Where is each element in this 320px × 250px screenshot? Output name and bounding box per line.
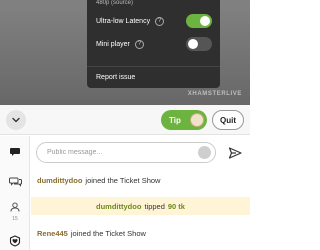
ultra-low-latency-row[interactable]: Ultra-low Latency ?	[96, 13, 212, 29]
chat-message: Rene445 joined the Ticket Show	[31, 226, 250, 240]
ultra-low-latency-label: Ultra-low Latency	[96, 17, 151, 25]
sidebar-item-favorites[interactable]	[7, 233, 23, 249]
private-chat-icon	[8, 177, 22, 187]
toggle-knob	[188, 39, 198, 49]
ultra-low-latency-toggle[interactable]	[186, 14, 212, 28]
chat-text: tipped	[144, 201, 165, 211]
mini-player-toggle[interactable]	[186, 37, 212, 51]
tip-label: Tip	[169, 115, 181, 125]
chat-text: joined the Ticket Show	[70, 228, 146, 238]
quit-button[interactable]: Quit	[212, 110, 244, 130]
sidebar-item-public-chat[interactable]	[7, 144, 23, 160]
help-icon[interactable]: ?	[155, 16, 165, 26]
chat-sidebar: 15	[0, 136, 30, 250]
public-message-input[interactable]	[47, 146, 197, 159]
help-icon[interactable]: ?	[134, 39, 144, 49]
user-icon	[10, 202, 20, 212]
watermark-logo: XHAMSTERLIVE	[187, 91, 242, 97]
tip-button[interactable]: Tip	[161, 110, 207, 130]
tip-message: dumdittydoo tipped 90 tk	[31, 197, 250, 215]
emoji-icon[interactable]	[198, 146, 211, 159]
report-issue-label: Report issue	[96, 73, 136, 81]
chat-text: joined the Ticket Show	[85, 175, 161, 185]
chat-username[interactable]: dumdittydoo	[37, 176, 82, 185]
sidebar-item-private-chat[interactable]	[7, 174, 23, 190]
send-icon	[228, 146, 242, 159]
control-bar: Tip Quit	[0, 105, 250, 135]
collapse-button[interactable]	[6, 110, 26, 130]
toggle-knob	[200, 16, 210, 26]
chat-username[interactable]: dumdittydoo	[96, 202, 141, 211]
users-count: 15	[12, 216, 18, 222]
tip-amount: 90 tk	[167, 201, 185, 211]
mini-player-label: Mini player	[96, 40, 130, 48]
settings-menu: 480p (source) Ultra-low Latency ? Mini p…	[87, 0, 220, 88]
message-composer	[36, 142, 216, 163]
video-player[interactable]: 480p (source) Ultra-low Latency ? Mini p…	[0, 0, 250, 105]
chevron-down-icon	[12, 117, 20, 123]
report-issue-item[interactable]: Report issue	[96, 69, 212, 85]
mini-player-row[interactable]: Mini player ?	[96, 36, 212, 52]
heart-badge-icon	[9, 235, 21, 247]
quality-option-partial[interactable]: 480p (source)	[96, 0, 133, 6]
sidebar-item-users[interactable]	[7, 199, 23, 215]
chat-message: dumdittydoo joined the Ticket Show	[31, 173, 250, 187]
menu-divider	[87, 66, 220, 67]
send-button[interactable]	[224, 142, 245, 163]
tip-coin-icon	[190, 113, 204, 127]
chat-bubble-icon	[10, 148, 20, 156]
chat-username[interactable]: Rene445	[37, 229, 68, 238]
